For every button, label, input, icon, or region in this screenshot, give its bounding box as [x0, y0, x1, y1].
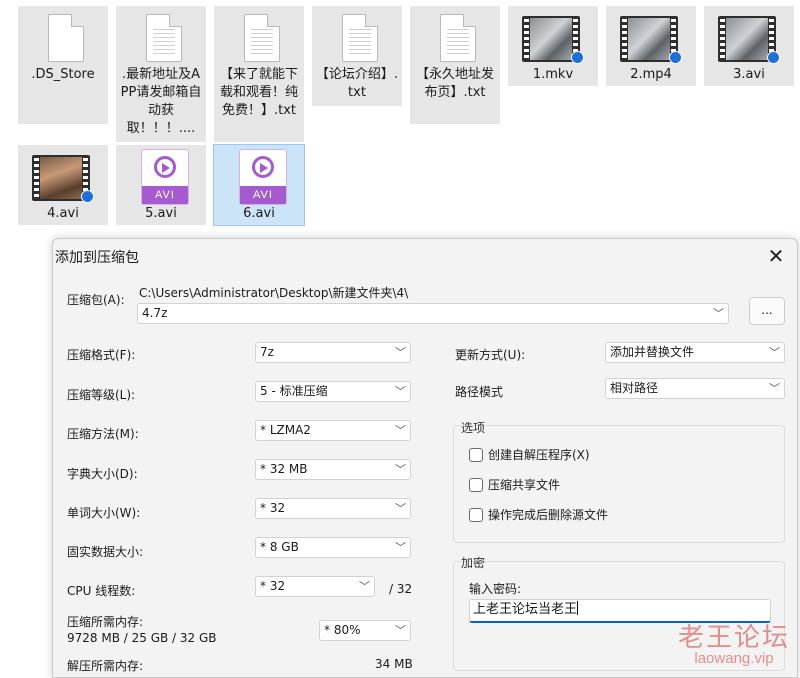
level-label: 压缩等级(L):	[67, 388, 136, 402]
document-icon	[244, 14, 280, 62]
cpu-threads-max: / 32	[389, 582, 413, 596]
file-item[interactable]: AVI 5.avi	[116, 145, 206, 225]
media-player-badge-icon	[571, 51, 584, 64]
file-item-selected[interactable]: AVI 6.avi	[213, 144, 305, 226]
file-name: 3.avi	[733, 67, 765, 82]
document-icon	[342, 14, 378, 62]
method-label: 压缩方法(M):	[67, 427, 139, 441]
decompress-memory-value: 34 MB	[375, 657, 413, 671]
checkbox-box[interactable]	[469, 478, 483, 492]
delete-after-compression-checkbox[interactable]: 操作完成后删除源文件	[469, 506, 608, 523]
file-item[interactable]: 1.mkv	[508, 6, 598, 86]
checkbox-box[interactable]	[469, 448, 483, 462]
cpu-threads-label: CPU 线程数:	[67, 584, 136, 598]
chevron-down-icon: ﹀	[395, 385, 406, 398]
chevron-down-icon: ﹀	[713, 307, 724, 320]
word-size-label: 单词大小(W):	[67, 506, 141, 520]
cpu-threads-combo[interactable]: * 32 ﹀	[255, 576, 375, 597]
chevron-down-icon: ﹀	[395, 463, 406, 476]
media-player-badge-icon	[669, 51, 682, 64]
file-name: 【永久地址发布页】.txt	[415, 67, 494, 100]
file-name: 5.avi	[145, 206, 177, 221]
create-sfx-checkbox[interactable]: 创建自解压程序(X)	[469, 446, 590, 463]
word-size-combo[interactable]: * 32 ﹀	[255, 498, 411, 519]
file-item[interactable]: 4.avi	[18, 145, 108, 225]
chevron-down-icon: ﹀	[769, 346, 780, 359]
compress-memory-label: 压缩所需内存:	[67, 615, 144, 629]
file-item[interactable]: 2.mp4	[606, 6, 696, 86]
file-name: 1.mkv	[532, 67, 574, 82]
encryption-group-title: 加密	[461, 556, 486, 570]
chevron-down-icon: ﹀	[769, 382, 780, 395]
browse-button[interactable]: ...	[749, 297, 785, 325]
file-name: 6.avi	[243, 206, 275, 221]
add-to-archive-dialog: 添加到压缩包 ✕ 压缩包(A): C:\Users\Administrator\…	[52, 238, 798, 678]
chevron-down-icon: ﹀	[395, 346, 406, 359]
avi-file-icon: AVI	[141, 149, 189, 205]
options-group-title: 选项	[461, 421, 486, 435]
file-name: 【来了就能下载和观看！纯免费！】.txt	[219, 67, 298, 118]
format-combo[interactable]: 7z ﹀	[255, 342, 411, 363]
file-item[interactable]: .最新地址及APP请发邮箱自动获取！！！....	[116, 6, 206, 142]
file-name: .最新地址及APP请发邮箱自动获取！！！....	[120, 67, 202, 136]
chevron-down-icon: ﹀	[395, 502, 406, 515]
file-name: 2.mp4	[630, 67, 672, 82]
file-name: 【论坛介绍】.txt	[315, 67, 399, 100]
file-name: .DS_Store	[31, 67, 95, 82]
update-mode-label: 更新方式(U):	[455, 348, 526, 362]
media-player-badge-icon	[81, 190, 94, 203]
password-input[interactable]: 上老王论坛当老王	[469, 599, 771, 623]
chevron-down-icon: ﹀	[395, 541, 406, 554]
decompress-memory-label: 解压所需内存:	[67, 659, 144, 673]
path-mode-label: 路径模式	[455, 385, 504, 399]
chevron-down-icon: ﹀	[395, 424, 406, 437]
solid-block-size-label: 固实数据大小:	[67, 545, 144, 559]
archive-label: 压缩包(A):	[67, 293, 125, 307]
method-combo[interactable]: * LZMA2 ﹀	[255, 420, 411, 441]
dictionary-size-label: 字典大小(D):	[67, 467, 138, 481]
file-item[interactable]: 【论坛介绍】.txt	[312, 6, 402, 106]
password-label: 输入密码:	[469, 582, 522, 596]
checkbox-box[interactable]	[469, 508, 483, 522]
document-icon	[146, 14, 182, 62]
compress-memory-detail: 9728 MB / 25 GB / 32 GB	[67, 631, 217, 645]
close-icon[interactable]: ✕	[763, 243, 789, 269]
memory-usage-combo[interactable]: * 80% ﹀	[319, 620, 411, 641]
level-combo[interactable]: 5 - 标准压缩 ﹀	[255, 381, 411, 402]
file-name: 4.avi	[47, 206, 79, 221]
archive-name-combo[interactable]: 4.7z ﹀	[137, 303, 729, 324]
chevron-down-icon: ﹀	[359, 580, 370, 593]
document-icon	[48, 14, 84, 62]
compress-shared-files-checkbox[interactable]: 压缩共享文件	[469, 476, 560, 493]
file-item[interactable]: 【永久地址发布页】.txt	[410, 6, 500, 124]
archive-name-value: 4.7z	[142, 306, 168, 320]
solid-block-size-combo[interactable]: * 8 GB ﹀	[255, 537, 411, 558]
chevron-down-icon: ﹀	[395, 624, 406, 637]
file-item[interactable]: 【来了就能下载和观看！纯免费！】.txt	[214, 6, 304, 142]
update-mode-combo[interactable]: 添加并替换文件 ﹀	[605, 342, 785, 363]
archive-path: C:\Users\Administrator\Desktop\新建文件夹\4\	[139, 286, 409, 300]
file-grid: .DS_Store .最新地址及APP请发邮箱自动获取！！！.... 【来了就能…	[0, 0, 800, 232]
file-item[interactable]: .DS_Store	[18, 6, 108, 124]
dictionary-size-combo[interactable]: * 32 MB ﹀	[255, 459, 411, 480]
avi-file-icon: AVI	[239, 149, 287, 205]
path-mode-combo[interactable]: 相对路径 ﹀	[605, 378, 785, 399]
dialog-title: 添加到压缩包	[55, 250, 139, 266]
format-label: 压缩格式(F):	[67, 348, 136, 362]
file-item[interactable]: 3.avi	[704, 6, 794, 86]
media-player-badge-icon	[767, 51, 780, 64]
document-icon	[440, 14, 476, 62]
